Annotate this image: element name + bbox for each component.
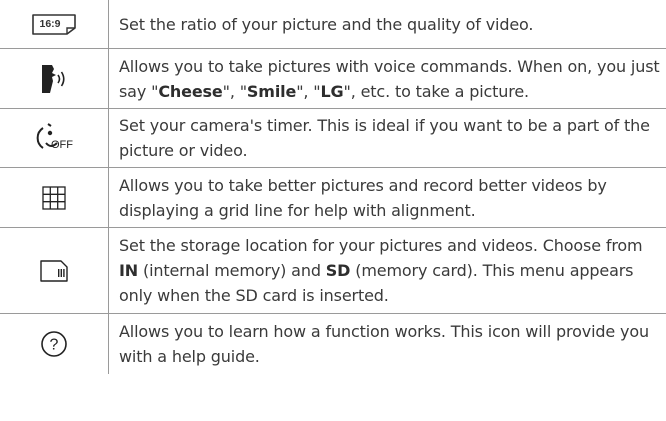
- voice-shutter-icon: [38, 63, 70, 95]
- ratio-icon-label: 16:9: [39, 18, 60, 30]
- sd-card-storage-icon: [39, 259, 69, 283]
- bold-term: Cheese: [158, 81, 223, 101]
- icon-cell: [0, 49, 109, 108]
- text-part: Set the storage location for your pictur…: [119, 236, 643, 255]
- icon-cell: ?: [0, 314, 109, 374]
- icon-cell: [0, 228, 109, 313]
- table-row: Allows you to take pictures with voice c…: [0, 49, 666, 109]
- table-row: OFF Set your camera's timer. This is ide…: [0, 109, 666, 168]
- timer-icon-label: OFF: [51, 139, 73, 151]
- table-row: 16:9 Set the ratio of your picture and t…: [0, 0, 666, 49]
- ratio-16-9-icon: 16:9: [31, 12, 77, 36]
- bold-term: SD: [325, 261, 351, 280]
- table-row: Set the storage location for your pictur…: [0, 228, 666, 314]
- help-icon: ?: [40, 330, 68, 358]
- table-row: ? Allows you to learn how a function wor…: [0, 314, 666, 374]
- grid-icon: [42, 185, 66, 210]
- text-part: ", ": [296, 81, 321, 101]
- text-part: ", ": [222, 81, 247, 101]
- bold-term: IN: [119, 261, 139, 280]
- icon-cell: [0, 168, 109, 227]
- row-description: Allows you to take pictures with voice c…: [109, 49, 666, 108]
- camera-settings-table: 16:9 Set the ratio of your picture and t…: [0, 0, 666, 374]
- row-description: Set the ratio of your picture and the qu…: [119, 14, 534, 34]
- table-row: Allows you to take better pictures and r…: [0, 168, 666, 228]
- row-description: Allows you to take better pictures and r…: [119, 175, 607, 220]
- icon-cell: 16:9: [0, 0, 109, 48]
- icon-cell: OFF: [0, 109, 109, 167]
- row-description: Set the storage location for your pictur…: [109, 228, 666, 313]
- help-icon-label: ?: [50, 337, 59, 354]
- bold-term: Smile: [246, 81, 297, 101]
- timer-off-icon: OFF: [34, 121, 74, 155]
- row-description: Set your camera's timer. This is ideal i…: [119, 116, 650, 160]
- bold-term: LG: [320, 81, 344, 101]
- text-part: ", etc. to take a picture.: [343, 81, 530, 101]
- row-description: Allows you to learn how a function works…: [119, 322, 649, 366]
- text-part: (internal memory) and: [138, 261, 326, 280]
